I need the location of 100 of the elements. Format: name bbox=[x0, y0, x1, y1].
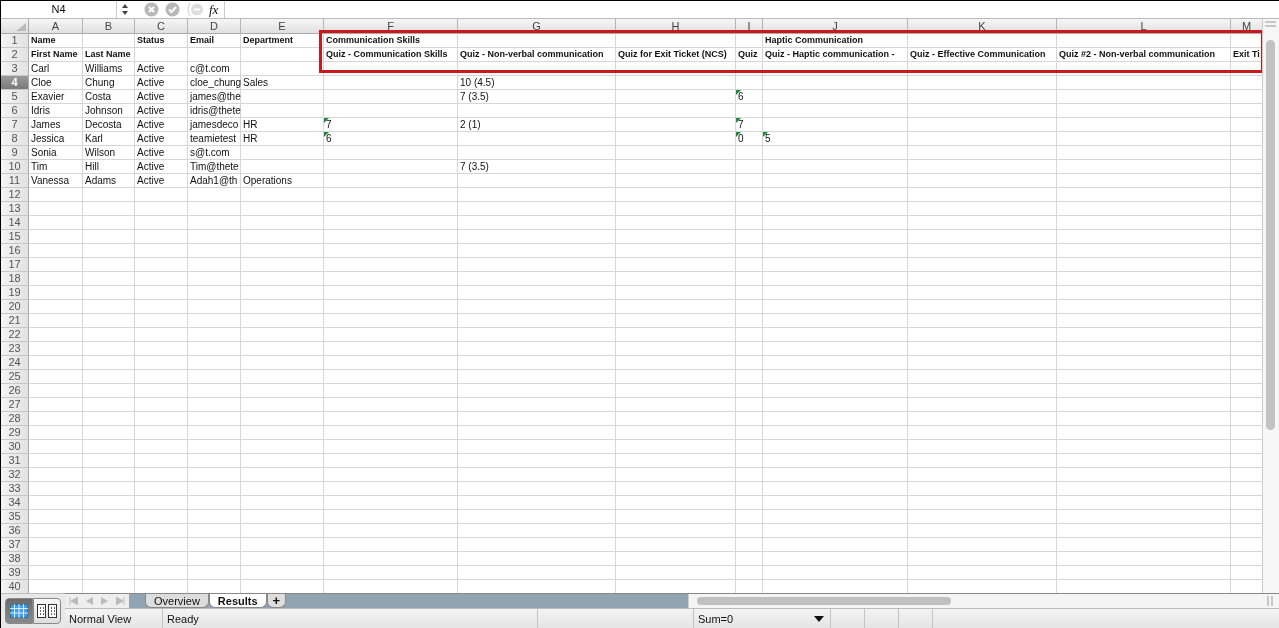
select-all-icon[interactable] bbox=[16, 23, 26, 31]
row-header[interactable]: 19 bbox=[1, 286, 29, 300]
row-header[interactable]: 13 bbox=[1, 202, 29, 216]
column-header[interactable]: E bbox=[241, 19, 324, 34]
row-header[interactable]: 14 bbox=[1, 216, 29, 230]
row-header[interactable]: 3 bbox=[1, 62, 29, 76]
split-handle-icon[interactable] bbox=[1267, 596, 1273, 606]
table-cell: Name bbox=[31, 34, 56, 47]
table-cell: Decosta bbox=[85, 118, 122, 131]
table-cell: Exit Ti bbox=[1233, 48, 1260, 61]
row-header[interactable]: 32 bbox=[1, 468, 29, 482]
row-header[interactable]: 23 bbox=[1, 342, 29, 356]
row-header[interactable]: 4 bbox=[1, 76, 29, 90]
table-cell: 7 (3.5) bbox=[460, 160, 489, 173]
table-cell: Last Name bbox=[85, 48, 131, 61]
row-header[interactable]: 17 bbox=[1, 258, 29, 272]
column-header[interactable]: C bbox=[135, 19, 188, 34]
add-sheet-button[interactable]: + bbox=[266, 594, 287, 608]
vertical-scrollbar[interactable] bbox=[1262, 19, 1279, 593]
table-cell: Quiz - Communication Skills bbox=[326, 48, 448, 61]
table-cell: Idris bbox=[31, 104, 50, 117]
table-cell: Active bbox=[137, 118, 165, 131]
row-header[interactable]: 10 bbox=[1, 160, 29, 174]
table-cell: 5 bbox=[765, 132, 771, 145]
row-header[interactable]: 29 bbox=[1, 426, 29, 440]
table-cell: Carl bbox=[31, 62, 50, 75]
table-cell: Hill bbox=[85, 160, 99, 173]
table-cell: Active bbox=[137, 90, 165, 103]
status-text: Ready bbox=[167, 612, 199, 625]
first-sheet-icon[interactable] bbox=[68, 597, 78, 605]
column-header[interactable]: D bbox=[188, 19, 241, 34]
last-sheet-icon[interactable] bbox=[116, 597, 126, 605]
row-header[interactable]: 12 bbox=[1, 188, 29, 202]
next-sheet-icon[interactable] bbox=[100, 597, 109, 605]
table-cell: Operations bbox=[243, 174, 292, 187]
cancel-icon[interactable] bbox=[144, 2, 159, 17]
equals-icon[interactable] bbox=[186, 2, 204, 17]
scroll-thumb[interactable] bbox=[1266, 40, 1275, 430]
row-header[interactable]: 1 bbox=[1, 34, 29, 48]
table-cell: 7 bbox=[738, 118, 744, 131]
page-layout-button[interactable] bbox=[33, 598, 61, 624]
table-cell: cloe_chung bbox=[190, 76, 241, 89]
table-cell: idris@thete bbox=[190, 104, 241, 117]
row-header[interactable]: 26 bbox=[1, 384, 29, 398]
row-header[interactable]: 30 bbox=[1, 440, 29, 454]
row-header[interactable]: 39 bbox=[1, 566, 29, 580]
row-header[interactable]: 9 bbox=[1, 146, 29, 160]
table-cell: James bbox=[31, 118, 61, 131]
row-header[interactable]: 8 bbox=[1, 132, 29, 146]
table-cell: Costa bbox=[85, 90, 112, 103]
row-header[interactable]: 20 bbox=[1, 300, 29, 314]
row-header[interactable]: 7 bbox=[1, 118, 29, 132]
confirm-icon[interactable] bbox=[165, 2, 180, 17]
name-box[interactable]: N4 bbox=[1, 1, 117, 18]
sum-readout[interactable]: Sum=0 bbox=[698, 612, 734, 625]
horizontal-scrollbar[interactable] bbox=[688, 594, 1279, 608]
table-cell: Active bbox=[137, 132, 165, 145]
row-header[interactable]: 15 bbox=[1, 230, 29, 244]
normal-view-button[interactable] bbox=[5, 598, 33, 624]
column-header[interactable]: B bbox=[83, 19, 135, 34]
row-header[interactable]: 36 bbox=[1, 524, 29, 538]
row-header[interactable]: 27 bbox=[1, 398, 29, 412]
table-cell: HR bbox=[243, 132, 258, 145]
row-header[interactable]: 40 bbox=[1, 580, 29, 593]
row-header[interactable]: 5 bbox=[1, 90, 29, 104]
row-header[interactable]: 38 bbox=[1, 552, 29, 566]
spinner-icon[interactable] bbox=[121, 4, 129, 15]
row-header[interactable]: 11 bbox=[1, 174, 29, 188]
pages-icon bbox=[37, 604, 57, 618]
column-header[interactable]: A bbox=[29, 19, 83, 34]
table-cell: Johnson bbox=[85, 104, 123, 117]
row-header[interactable]: 25 bbox=[1, 370, 29, 384]
dropdown-caret-icon[interactable] bbox=[814, 615, 824, 622]
row-header[interactable]: 34 bbox=[1, 496, 29, 510]
row-header[interactable]: 22 bbox=[1, 328, 29, 342]
row-header[interactable]: 35 bbox=[1, 510, 29, 524]
scroll-thumb[interactable] bbox=[697, 597, 951, 605]
table-cell: Active bbox=[137, 62, 165, 75]
sheet-tab[interactable]: Overview bbox=[145, 594, 209, 608]
row-header[interactable]: 33 bbox=[1, 482, 29, 496]
function-button[interactable]: fx bbox=[209, 1, 219, 18]
row-header[interactable]: 28 bbox=[1, 412, 29, 426]
row-header[interactable]: 18 bbox=[1, 272, 29, 286]
table-cell: First Name bbox=[31, 48, 78, 61]
row-header[interactable]: 37 bbox=[1, 538, 29, 552]
table-cell: Department bbox=[243, 34, 293, 47]
table-cell: Exavier bbox=[31, 90, 65, 103]
row-header[interactable]: 24 bbox=[1, 356, 29, 370]
table-cell: Active bbox=[137, 104, 165, 117]
previous-sheet-icon[interactable] bbox=[85, 597, 94, 605]
row-header[interactable]: 16 bbox=[1, 244, 29, 258]
row-header[interactable]: 31 bbox=[1, 454, 29, 468]
row-header[interactable]: 21 bbox=[1, 314, 29, 328]
sheet-tab[interactable]: Results bbox=[208, 594, 267, 608]
split-handle-icon[interactable] bbox=[1265, 21, 1276, 27]
table-cell: 6 bbox=[738, 90, 744, 103]
row-header[interactable]: 2 bbox=[1, 48, 29, 62]
table-cell: teamietest bbox=[190, 132, 237, 145]
table-cell: 6 bbox=[326, 132, 332, 145]
row-header[interactable]: 6 bbox=[1, 104, 29, 118]
